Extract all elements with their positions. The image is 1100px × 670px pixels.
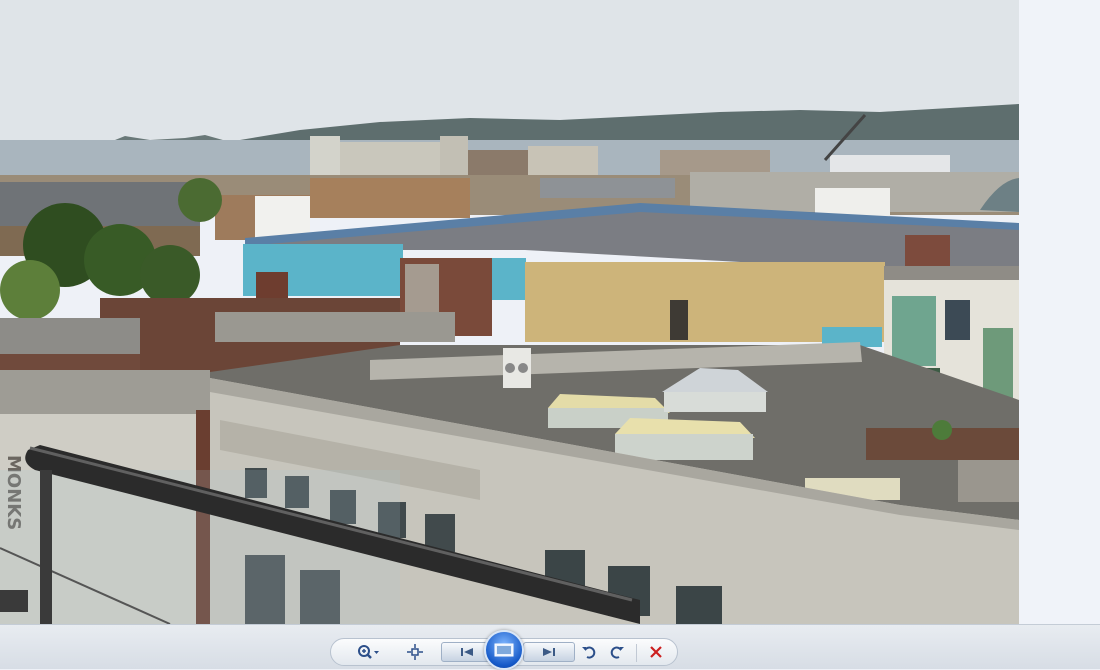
actual-size-button[interactable]: [401, 641, 429, 663]
magnifier-icon: [358, 645, 379, 659]
next-icon: [543, 648, 555, 656]
viewer-toolbar: [0, 624, 1100, 670]
slideshow-icon: [494, 643, 514, 657]
rotate-clockwise-button[interactable]: [607, 641, 627, 663]
fit-window-icon: [407, 644, 423, 660]
rotate-clockwise-icon: [610, 646, 624, 659]
skylight: [615, 418, 755, 460]
rotate-counterclockwise-icon: [582, 646, 596, 659]
right-side-pane: [1019, 0, 1100, 624]
image-viewer: MONKS: [0, 0, 1100, 624]
next-button[interactable]: [523, 642, 575, 662]
window: [676, 586, 722, 624]
rooftop-photo: MONKS: [0, 0, 1019, 624]
toolbar-separator: [636, 644, 637, 662]
photo-canvas[interactable]: MONKS: [0, 0, 1019, 624]
rotate-counterclockwise-button[interactable]: [579, 641, 599, 663]
zoom-button[interactable]: [351, 641, 385, 663]
delete-icon: [650, 646, 662, 658]
slideshow-button[interactable]: [484, 630, 524, 670]
previous-icon: [461, 648, 473, 656]
delete-button[interactable]: [645, 641, 667, 663]
